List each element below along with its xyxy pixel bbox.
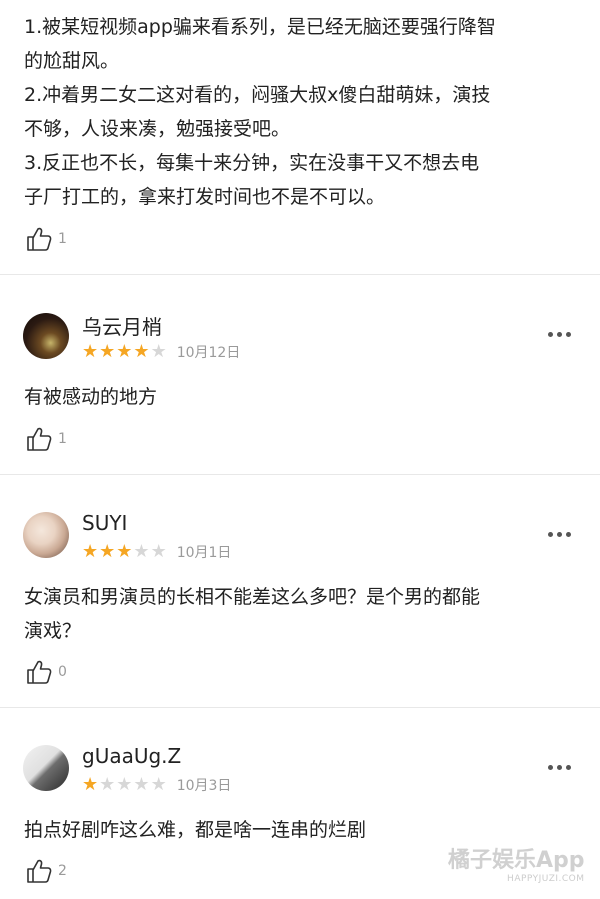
watermark: 橘子娱乐App HAPPYJUZI.COM xyxy=(448,842,585,884)
review-line: 演戏？ xyxy=(24,620,82,642)
rating-row: ★ ★ ★ ★ ★ 10月3日 xyxy=(82,775,231,795)
review-line: 不够，人设来凑，勉强接受吧。 xyxy=(24,118,291,140)
more-dots-icon[interactable] xyxy=(548,532,571,537)
avatar[interactable] xyxy=(23,512,69,558)
review-line: 3.反正也不长，每集十来分钟，实在没事干又不想去电 xyxy=(24,152,480,174)
star-filled-icon: ★ xyxy=(116,541,133,562)
star-rating: ★ ★ ★ ★ ★ xyxy=(82,343,167,361)
review-line: 子厂打工的，拿来打发时间也不是不可以。 xyxy=(24,186,386,208)
like-count: 2 xyxy=(58,863,67,879)
star-rating: ★ ★ ★ ★ ★ xyxy=(82,543,167,561)
username[interactable]: gUaaUg.Z xyxy=(82,744,181,768)
watermark-sub: HAPPYJUZI.COM xyxy=(507,874,585,884)
review-date: 10月3日 xyxy=(176,778,232,794)
like-count: 0 xyxy=(58,664,67,680)
star-rating: ★ ★ ★ ★ ★ xyxy=(82,776,167,794)
divider xyxy=(0,707,600,708)
username[interactable]: SUYI xyxy=(82,511,127,535)
review-line: 女演员和男演员的长相不能差这么多吧？是个男的都能 xyxy=(24,586,481,608)
star-empty-icon: ★ xyxy=(150,774,167,795)
watermark-text: 橘子娱乐App xyxy=(448,848,585,873)
star-filled-icon: ★ xyxy=(133,341,150,362)
divider xyxy=(0,274,600,275)
review-line: 的尬甜风。 xyxy=(24,50,120,72)
like-count: 1 xyxy=(58,231,67,247)
like-button[interactable]: 0 xyxy=(26,659,67,685)
star-empty-icon: ★ xyxy=(150,341,167,362)
rating-row: ★ ★ ★ ★ ★ 10月12日 xyxy=(82,342,240,362)
star-filled-icon: ★ xyxy=(99,541,116,562)
star-filled-icon: ★ xyxy=(82,541,99,562)
review-line: 拍点好剧咋这么难，都是啥一连串的烂剧 xyxy=(24,819,367,841)
review-date: 10月1日 xyxy=(176,545,232,561)
like-button[interactable]: 2 xyxy=(26,858,67,884)
review-line: 1.被某短视频app骗来看系列，是已经无脑还要强行降智 xyxy=(24,16,496,38)
more-dots-icon[interactable] xyxy=(548,765,571,770)
star-empty-icon: ★ xyxy=(133,774,150,795)
thumbs-up-icon xyxy=(26,659,52,685)
star-empty-icon: ★ xyxy=(150,541,167,562)
thumbs-up-icon xyxy=(26,226,52,252)
rating-row: ★ ★ ★ ★ ★ 10月1日 xyxy=(82,542,231,562)
star-filled-icon: ★ xyxy=(82,341,99,362)
star-empty-icon: ★ xyxy=(116,774,133,795)
review-line: 有被感动的地方 xyxy=(24,386,158,408)
avatar[interactable] xyxy=(23,745,69,791)
review-text: 拍点好剧咋这么难，都是啥一连串的烂剧 xyxy=(24,813,366,847)
star-empty-icon: ★ xyxy=(99,774,116,795)
star-filled-icon: ★ xyxy=(99,341,116,362)
like-count: 1 xyxy=(58,431,67,447)
review-date: 10月12日 xyxy=(176,345,241,361)
divider xyxy=(0,474,600,475)
like-button[interactable]: 1 xyxy=(26,426,67,452)
star-filled-icon: ★ xyxy=(116,341,133,362)
like-button[interactable]: 1 xyxy=(26,226,67,252)
review-text: 有被感动的地方 xyxy=(24,380,157,414)
thumbs-up-icon xyxy=(26,858,52,884)
star-empty-icon: ★ xyxy=(133,541,150,562)
review-text: 女演员和男演员的长相不能差这么多吧？是个男的都能 演戏？ xyxy=(24,580,480,648)
more-dots-icon[interactable] xyxy=(548,332,571,337)
username[interactable]: 乌云月梢 xyxy=(82,311,162,340)
review-line: 2.冲着男二女二这对看的，闷骚大叔x傻白甜萌妹，演技 xyxy=(24,84,491,106)
thumbs-up-icon xyxy=(26,426,52,452)
avatar[interactable] xyxy=(23,313,69,359)
star-filled-icon: ★ xyxy=(82,774,99,795)
review-text: 1.被某短视频app骗来看系列，是已经无脑还要强行降智 的尬甜风。 2.冲着男二… xyxy=(24,10,496,214)
